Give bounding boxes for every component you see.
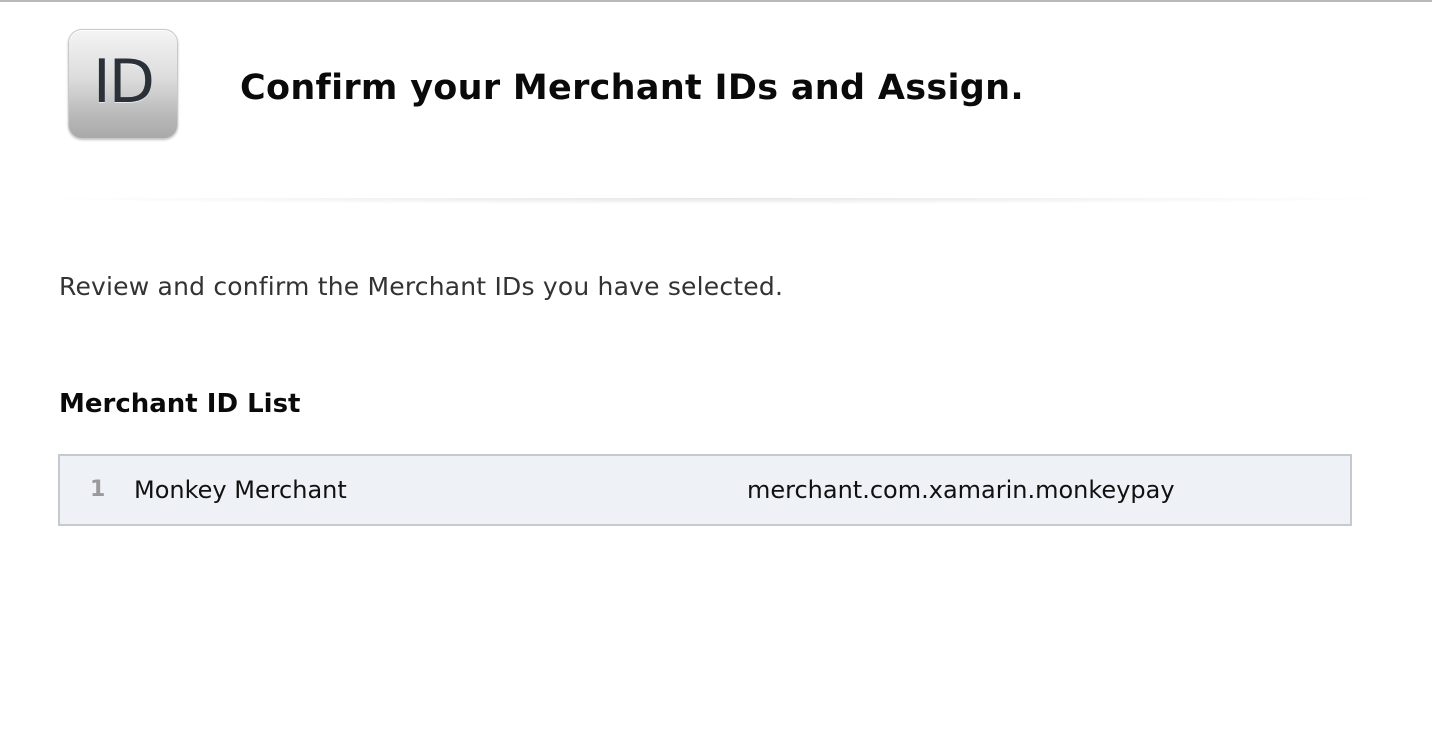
list-item[interactable]: 1 Monkey Merchant merchant.com.xamarin.m… bbox=[60, 456, 1350, 524]
merchant-id-list: 1 Monkey Merchant merchant.com.xamarin.m… bbox=[58, 454, 1352, 526]
merchant-name: Monkey Merchant bbox=[134, 476, 347, 504]
page-title: Confirm your Merchant IDs and Assign. bbox=[240, 68, 1024, 108]
header-divider bbox=[58, 198, 1372, 204]
merchant-list-heading: Merchant ID List bbox=[59, 389, 301, 419]
intro-text: Review and confirm the Merchant IDs you … bbox=[59, 272, 784, 301]
page-header: ID Confirm your Merchant IDs and Assign. bbox=[0, 2, 1432, 200]
id-badge-icon: ID bbox=[68, 29, 178, 139]
merchant-identifier: merchant.com.xamarin.monkeypay bbox=[747, 476, 1175, 504]
id-badge-label: ID bbox=[93, 47, 155, 117]
row-index: 1 bbox=[90, 477, 106, 502]
